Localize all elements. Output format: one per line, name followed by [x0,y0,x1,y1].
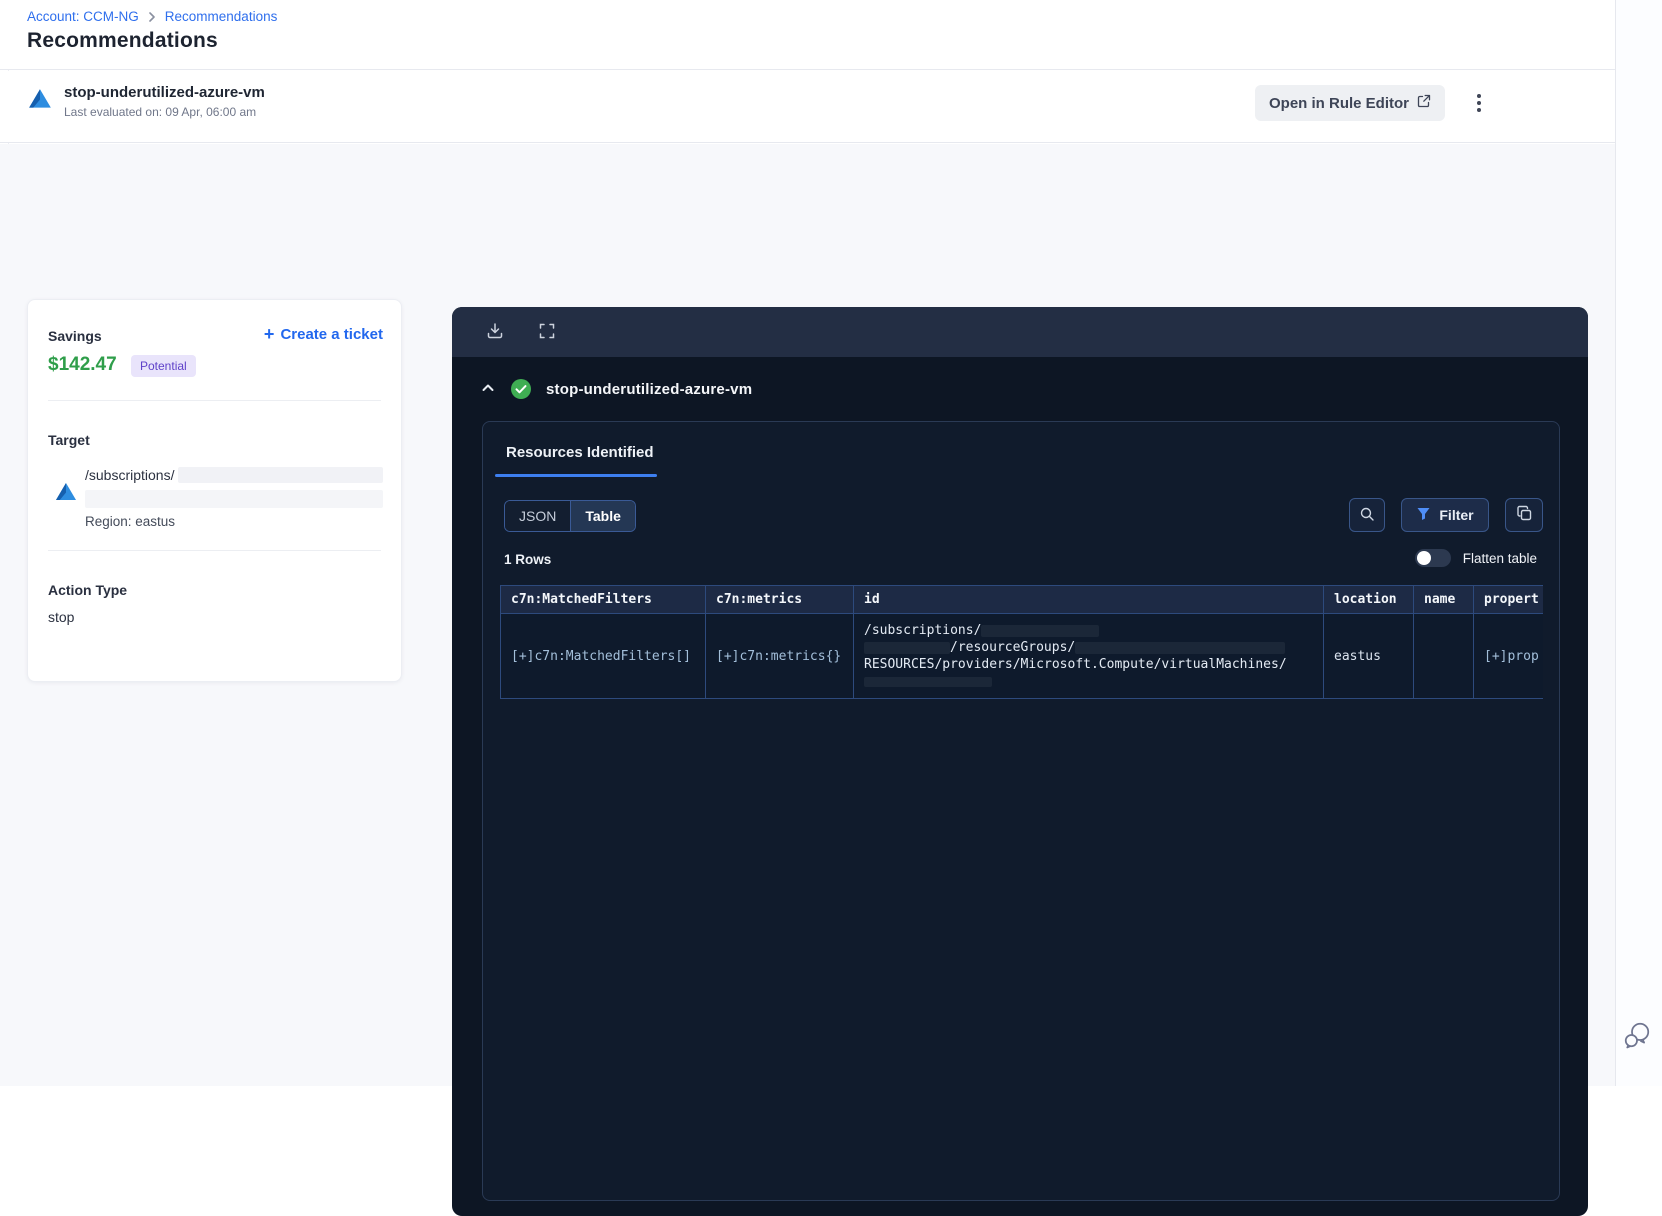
external-link-icon [1417,94,1431,112]
resources-table: c7n:MatchedFilters c7n:metrics id locati… [500,585,1543,699]
target-label: Target [48,432,90,448]
divider [48,550,381,551]
column-header-id: id [854,586,1324,614]
open-in-rule-editor-button[interactable]: Open in Rule Editor [1255,85,1445,121]
more-options-button[interactable] [1462,85,1496,121]
open-in-rule-editor-label: Open in Rule Editor [1268,94,1409,112]
target-region: Region: eastus [85,514,176,529]
redacted-id-segment [864,676,992,687]
page-title: Recommendations [27,29,218,52]
cell-location: eastus [1324,614,1414,699]
chat-bubbles-icon [1622,1022,1652,1053]
view-mode-toggle: JSON Table [504,500,636,532]
id-line-3: RESOURCES/providers/Microsoft.Compute/vi… [864,657,1287,672]
cell-metrics-expander[interactable]: [+]c7n:metrics{} [706,614,854,699]
collapse-button[interactable] [476,377,500,401]
tab-active-underline [495,474,657,477]
redacted-subscription-id [178,467,383,483]
download-icon [486,322,504,343]
rule-header: stop-underutilized-azure-vm Last evaluat… [0,71,1615,143]
flatten-table-toggle[interactable] [1414,549,1451,567]
flatten-table-control: Flatten table [1414,549,1537,567]
potential-badge: Potential [131,355,196,377]
plus-icon: + [263,324,275,344]
toggle-knob [1416,551,1431,565]
cell-name [1414,614,1474,699]
filter-funnel-icon [1416,506,1431,524]
page-body: Savings + Create a ticket $142.47 Potent… [0,144,1615,1216]
resources-identified-card: Resources Identified JSON Table Filter 1… [482,421,1560,1201]
column-header-properties: propert [1474,586,1543,614]
id-line-2: /resourceGroups/ [950,640,1076,655]
azure-icon [54,480,78,504]
azure-icon [27,86,53,112]
success-check-icon [510,378,532,400]
cell-resource-id: /subscriptions/ /resourceGroups/ RESOURC… [854,614,1324,699]
top-bar: Account: CCM-NG Recommendations Recommen… [0,0,1615,70]
cell-properties-expander[interactable]: [+]prop [1474,614,1543,699]
cell-matched-filters-expander[interactable]: [+]c7n:MatchedFilters[] [501,614,706,699]
tab-resources-identified[interactable]: Resources Identified [506,444,654,461]
filter-button[interactable]: Filter [1401,498,1489,532]
resource-viewer-panel: stop-underutilized-azure-vm Resources Id… [452,307,1588,1216]
column-header-name: name [1414,586,1474,614]
divider [48,400,381,401]
column-header-location: location [1324,586,1414,614]
view-mode-table[interactable]: Table [570,501,635,531]
recommendations-page: Account: CCM-NG Recommendations Recommen… [0,0,1662,1216]
copy-icon [1516,505,1533,525]
redacted-id-segment [1075,641,1286,654]
download-button[interactable] [480,317,510,347]
rule-last-evaluated: Last evaluated on: 09 Apr, 06:00 am [64,105,257,119]
view-mode-json[interactable]: JSON [505,501,571,531]
redacted-target-line [85,490,383,508]
breadcrumb-account-link[interactable]: Account: CCM-NG [27,9,139,24]
search-icon [1359,506,1375,525]
savings-card: Savings + Create a ticket $142.47 Potent… [27,299,402,682]
column-header-metrics: c7n:metrics [706,586,854,614]
create-ticket-button[interactable]: + Create a ticket [264,325,383,343]
target-path: /subscriptions/ [85,467,175,483]
action-type-label: Action Type [48,582,128,598]
search-button[interactable] [1349,498,1385,532]
savings-amount: $142.47 [48,354,117,375]
chevron-right-icon [147,11,157,22]
viewer-rule-name: stop-underutilized-azure-vm [546,380,753,398]
column-header-matched-filters: c7n:MatchedFilters [501,586,706,614]
flatten-table-label: Flatten table [1462,550,1537,566]
viewer-title-row: stop-underutilized-azure-vm [452,357,1588,421]
id-line-1: /subscriptions/ [864,623,982,638]
fullscreen-icon [538,322,556,343]
filter-label: Filter [1439,507,1474,523]
rule-name: stop-underutilized-azure-vm [64,84,265,101]
fullscreen-button[interactable] [532,317,562,347]
copy-button[interactable] [1505,498,1543,532]
right-gutter [1616,0,1662,1086]
action-type-value: stop [48,609,75,625]
chevron-up-icon [481,381,495,398]
create-ticket-label: Create a ticket [280,325,383,343]
breadcrumb: Account: CCM-NG Recommendations [27,9,277,24]
resources-table-clip: c7n:MatchedFilters c7n:metrics id locati… [500,585,1543,705]
savings-label: Savings [48,328,102,344]
target-path-row: /subscriptions/ [85,467,383,483]
right-divider [1615,0,1616,1086]
breadcrumb-current-link[interactable]: Recommendations [165,9,278,24]
rows-count: 1 Rows [504,552,552,567]
redacted-id-segment [864,641,950,654]
redacted-id-segment [981,624,1100,637]
viewer-toolbar [452,307,1588,357]
help-chat-button[interactable] [1621,1020,1653,1052]
